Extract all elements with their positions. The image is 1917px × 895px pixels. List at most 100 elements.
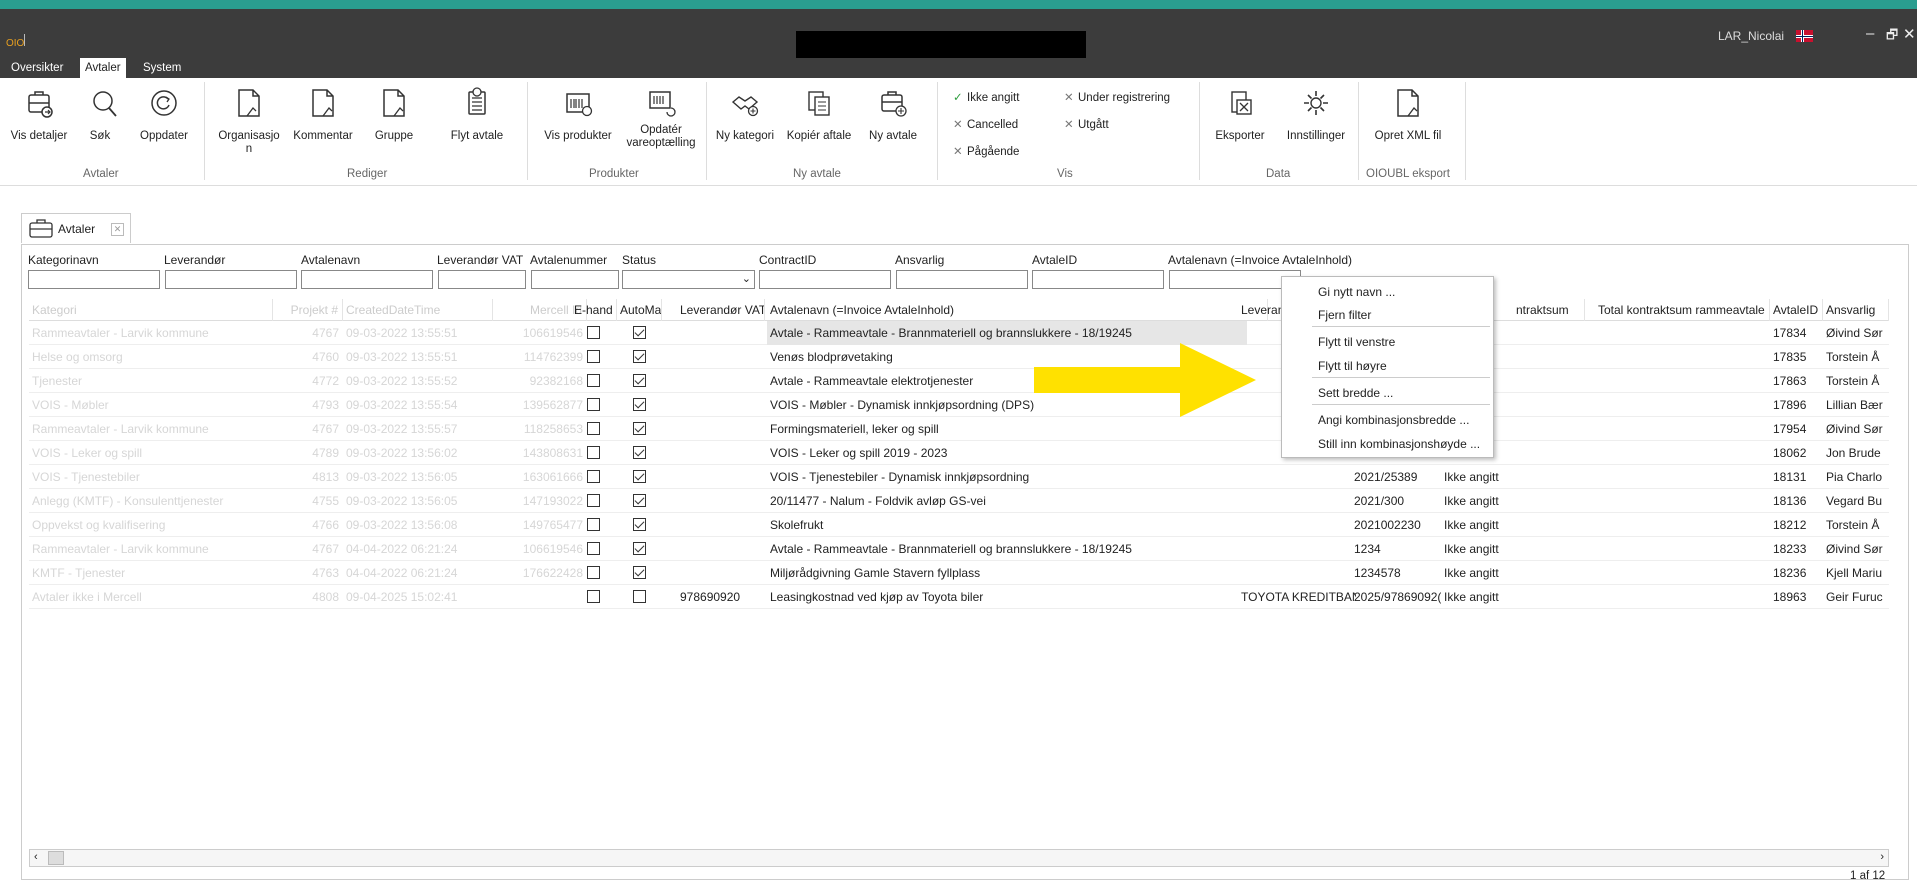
table-row[interactable]: Rammeavtaler - Larvik kommune 4767 09-03-2…: [29, 321, 1889, 345]
automatch-checkbox[interactable]: [633, 374, 646, 387]
oppdater-button[interactable]: Oppdater: [134, 84, 194, 143]
filter-input-leverandor-vat[interactable]: [438, 270, 526, 289]
ehand-checkbox[interactable]: [587, 446, 600, 459]
column-header-kontraktsum[interactable]: ntraktsum: [1513, 299, 1585, 321]
table-row[interactable]: VOIS - Tjenestebiler 4813 09-03-2022 13:56…: [29, 465, 1889, 489]
column-header-projekt[interactable]: Projekt #: [273, 299, 343, 321]
innstillinger-button[interactable]: Innstillinger: [1280, 84, 1352, 143]
vis-produkter-button[interactable]: Vis produkter: [538, 84, 618, 143]
menu-item-sett-bredde[interactable]: Sett bredde ...: [1318, 386, 1393, 400]
menu-item-still-inn-kombinasjonshoyde[interactable]: Still inn kombinasjonshøyde ...: [1318, 437, 1480, 451]
filter-cancelled[interactable]: ✕ Cancelled: [953, 117, 1018, 131]
automatch-checkbox[interactable]: [633, 470, 646, 483]
filter-utgatt[interactable]: ✕ Utgått: [1064, 117, 1109, 131]
opdater-vareoptaelling-button[interactable]: Opdatér vareoptælling: [620, 84, 702, 150]
automatch-checkbox[interactable]: [633, 350, 646, 363]
automatch-checkbox[interactable]: [633, 398, 646, 411]
scroll-left-icon[interactable]: ‹: [34, 851, 38, 863]
horizontal-scrollbar[interactable]: ‹ ›: [29, 849, 1889, 867]
table-row[interactable]: Avtaler ikke i Mercell 4808 09-04-2025 15:…: [29, 585, 1889, 609]
menu-item-fjern-filter[interactable]: Fjern filter: [1318, 308, 1371, 322]
close-tab-icon[interactable]: ✕: [111, 223, 124, 236]
scrollbar-thumb[interactable]: [48, 851, 64, 865]
cell-ansvarlig: Øivind Sør: [1826, 542, 1883, 556]
tab-system[interactable]: System: [138, 58, 186, 78]
table-row[interactable]: VOIS - Møbler 4793 09-03-2022 13:55:54 1395…: [29, 393, 1889, 417]
ehand-checkbox[interactable]: [587, 374, 600, 387]
filter-input-ansvarlig[interactable]: [896, 270, 1028, 289]
flyt-avtale-button[interactable]: Flyt avtale: [446, 84, 508, 143]
column-header-kategori[interactable]: Kategori: [29, 299, 273, 321]
close-window-button[interactable]: ✕: [1903, 25, 1916, 43]
minimize-button[interactable]: –: [1866, 25, 1874, 42]
ny-kategori-button[interactable]: Ny kategori: [710, 84, 780, 143]
ehand-checkbox[interactable]: [587, 398, 600, 411]
filter-under-registrering[interactable]: ✕ Under registrering: [1064, 90, 1170, 104]
column-header-ansvarlig[interactable]: Ansvarlig: [1823, 299, 1889, 321]
table-row[interactable]: KMTF - Tjenester 4763 04-04-2022 06:21:24 1…: [29, 561, 1889, 585]
sok-button[interactable]: Søk: [84, 84, 117, 143]
ehand-checkbox[interactable]: [587, 590, 600, 603]
filter-ikke-angitt[interactable]: ✓ Ikke angitt: [953, 90, 1019, 104]
column-header-total-kontraktsum[interactable]: Total kontraktsum rammeavtale: [1595, 299, 1770, 321]
ehand-checkbox[interactable]: [587, 494, 600, 507]
restore-button[interactable]: 🗗: [1886, 26, 1898, 48]
table-row[interactable]: Rammeavtaler - Larvik kommune 4767 04-04-2…: [29, 537, 1889, 561]
column-header-ehand[interactable]: E-hand: [571, 299, 617, 321]
automatch-checkbox[interactable]: [633, 494, 646, 507]
automatch-checkbox[interactable]: [633, 518, 646, 531]
column-header-created[interactable]: CreatedDateTime: [343, 299, 493, 321]
table-row[interactable]: VOIS - Leker og spill 4789 09-03-2022 13:5…: [29, 441, 1889, 465]
automatch-checkbox[interactable]: [633, 542, 646, 555]
opret-xml-button[interactable]: Opret XML fil: [1368, 84, 1448, 143]
automatch-checkbox[interactable]: [633, 326, 646, 339]
table-row[interactable]: Tjenester 4772 09-03-2022 13:55:52 92382168…: [29, 369, 1889, 393]
menu-item-gi-nytt-navn[interactable]: Gi nytt navn ...: [1318, 285, 1395, 299]
cell-levvat: 978690920: [680, 590, 741, 604]
menu-item-flytt-til-hoyre[interactable]: Flytt til høyre: [1318, 359, 1387, 373]
document-tab-avtaler[interactable]: Avtaler ✕: [21, 213, 131, 243]
automatch-checkbox[interactable]: [633, 446, 646, 459]
vis-detaljer-button[interactable]: Vis detaljer: [6, 84, 72, 143]
eksporter-button[interactable]: Eksporter: [1212, 84, 1268, 143]
ehand-checkbox[interactable]: [587, 470, 600, 483]
ehand-checkbox[interactable]: [587, 326, 600, 339]
ny-avtale-button[interactable]: Ny avtale: [862, 84, 924, 143]
filter-input-avtaleid[interactable]: [1032, 270, 1164, 289]
filter-input-contractid[interactable]: [759, 270, 891, 289]
ehand-checkbox[interactable]: [587, 542, 600, 555]
column-header-automatch[interactable]: AutoMatcł: [617, 299, 662, 321]
filter-input-avtalenavn[interactable]: [301, 270, 433, 289]
table-row[interactable]: Anlegg (KMTF) - Konsulenttjenester 4755 09…: [29, 489, 1889, 513]
column-header-avtalenavn[interactable]: Avtalenavn (=Invoice AvtaleInhold): [767, 299, 1268, 321]
automatch-checkbox[interactable]: [633, 590, 646, 603]
scroll-right-icon[interactable]: ›: [1880, 851, 1884, 863]
group-separator: [204, 82, 205, 180]
column-header-leverandor[interactable]: Leveran: [1238, 299, 1283, 321]
kopier-aftale-button[interactable]: Kopiér aftale: [782, 84, 856, 143]
filter-select-status[interactable]: ⌄: [622, 270, 755, 289]
automatch-checkbox[interactable]: [633, 566, 646, 579]
menu-item-angi-kombinasjonsbredde[interactable]: Angi kombinasjonsbredde ...: [1318, 413, 1469, 427]
ehand-checkbox[interactable]: [587, 566, 600, 579]
kommentar-button[interactable]: Kommentar: [288, 84, 358, 143]
table-row[interactable]: Rammeavtaler - Larvik kommune 4767 09-03-2…: [29, 417, 1889, 441]
menu-item-flytt-til-venstre[interactable]: Flytt til venstre: [1318, 335, 1395, 349]
filter-input-leverandor[interactable]: [165, 270, 297, 289]
table-row[interactable]: Oppvekst og kvalifisering 4766 09-03-2022 …: [29, 513, 1889, 537]
table-row[interactable]: Helse og omsorg 4760 09-03-2022 13:55:51 11…: [29, 345, 1889, 369]
ehand-checkbox[interactable]: [587, 422, 600, 435]
organisasjon-button[interactable]: Organisasjo n: [214, 84, 284, 156]
filter-pagaende[interactable]: ✕ Pågående: [953, 144, 1019, 158]
filter-input-kategorinavn[interactable]: [28, 270, 160, 289]
cell-projekt: 4767: [312, 326, 339, 340]
ehand-checkbox[interactable]: [587, 350, 600, 363]
automatch-checkbox[interactable]: [633, 422, 646, 435]
filter-input-avtalenummer[interactable]: [531, 270, 619, 289]
tab-oversikter[interactable]: Oversikter: [6, 58, 68, 78]
column-header-avtaleid[interactable]: AvtaleID: [1770, 299, 1823, 321]
column-header-leverandor-vat[interactable]: Leverandør VAT: [677, 299, 765, 321]
tab-avtaler[interactable]: Avtaler: [80, 58, 126, 78]
ehand-checkbox[interactable]: [587, 518, 600, 531]
gruppe-button[interactable]: Gruppe: [368, 84, 420, 143]
